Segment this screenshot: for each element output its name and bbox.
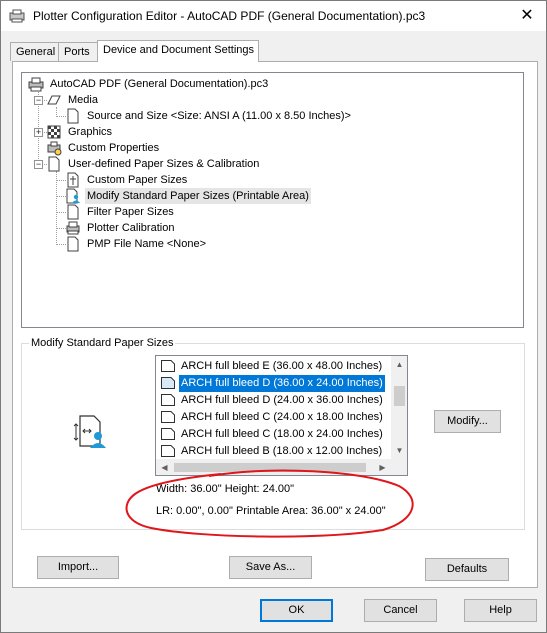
tree-item-label: PMP File Name <None> — [87, 238, 207, 250]
list-item[interactable]: ARCH full bleed C (18.00 x 24.00 Inches) — [158, 426, 390, 443]
save-as-button[interactable]: Save As... — [229, 556, 312, 579]
scroll-down-icon[interactable]: ▼ — [391, 442, 407, 459]
cancel-button[interactable]: Cancel — [364, 599, 437, 622]
tree-item-label: Plotter Calibration — [87, 222, 175, 234]
paper-size-icon — [161, 411, 175, 423]
list-item[interactable]: ARCH full bleed E (36.00 x 48.00 Inches) — [158, 358, 390, 375]
paper-size-icon — [161, 394, 175, 406]
defaults-button[interactable]: Defaults — [425, 558, 509, 581]
plotter-config-window: Plotter Configuration Editor - AutoCAD P… — [0, 0, 547, 633]
tree-item-label: Source and Size <Size: ANSI A (11.00 x 8… — [87, 110, 351, 122]
list-item-selected[interactable]: ARCH full bleed D (36.00 x 24.00 Inches) — [158, 375, 390, 392]
calibration-icon — [66, 221, 80, 235]
tree-item-label: AutoCAD PDF (General Documentation).pc3 — [50, 78, 269, 90]
list-item[interactable]: ARCH full bleed C (24.00 x 18.00 Inches) — [158, 409, 390, 426]
tree-item-label: Custom Properties — [68, 142, 160, 154]
settings-tree[interactable]: − + − AutoCAD PDF (General Documentation… — [21, 72, 524, 328]
vertical-scrollbar[interactable]: ▲ ▼ — [391, 356, 407, 459]
media-icon — [47, 95, 61, 105]
tree-item-label: Custom Paper Sizes — [87, 174, 188, 186]
window-title: Plotter Configuration Editor - AutoCAD P… — [33, 9, 426, 23]
paper-size-preview-icon — [74, 415, 106, 448]
collapse-user-defined-toggle[interactable]: − — [34, 160, 43, 169]
tree-item-label: Filter Paper Sizes — [87, 206, 174, 218]
list-item-label: ARCH full bleed C (18.00 x 24.00 Inches) — [181, 428, 383, 440]
tab-device-document-settings[interactable]: Device and Document Settings — [97, 40, 259, 62]
red-annotation-circle — [125, 469, 414, 538]
list-item-label: ARCH full bleed C (24.00 x 18.00 Inches) — [181, 411, 383, 423]
modify-paper-icon — [66, 188, 80, 204]
tab-ports[interactable]: Ports — [58, 42, 98, 61]
tree-item-label: User-defined Paper Sizes & Calibration — [68, 158, 260, 170]
collapse-media-toggle[interactable]: − — [34, 96, 43, 105]
close-icon[interactable]: ✕ — [515, 7, 539, 25]
paper-size-icon — [161, 360, 175, 372]
paper-size-icon — [161, 377, 175, 389]
scroll-up-icon[interactable]: ▲ — [391, 356, 407, 373]
custom-properties-icon — [47, 141, 62, 156]
paper-icon — [48, 156, 60, 172]
modify-paper-sizes-group-label: Modify Standard Paper Sizes — [29, 337, 176, 349]
plotter-icon — [28, 77, 44, 92]
list-item[interactable]: ARCH full bleed D (24.00 x 36.00 Inches) — [158, 392, 390, 409]
tab-general[interactable]: General — [10, 42, 59, 61]
page-icon — [67, 108, 79, 124]
import-button[interactable]: Import... — [37, 556, 119, 579]
list-item-label: ARCH full bleed D (24.00 x 36.00 Inches) — [181, 394, 383, 406]
list-item-label: ARCH full bleed E (36.00 x 48.00 Inches) — [181, 360, 383, 372]
plotter-app-icon — [9, 9, 25, 23]
list-item[interactable]: ARCH full bleed B (18.00 x 12.00 Inches) — [158, 443, 390, 460]
list-item-label: ARCH full bleed D (36.00 x 24.00 Inches) — [179, 375, 385, 392]
modify-button[interactable]: Modify... — [434, 410, 501, 433]
graphics-icon — [47, 125, 61, 139]
tree-item-label: Graphics — [68, 126, 113, 138]
ok-button[interactable]: OK — [260, 599, 333, 622]
custom-paper-icon — [67, 172, 79, 188]
pmp-file-icon — [67, 236, 79, 252]
paper-size-icon — [161, 428, 175, 440]
paper-size-icon — [161, 445, 175, 457]
filter-paper-icon — [67, 204, 79, 220]
tree-item-label: Modify Standard Paper Sizes (Printable A… — [85, 188, 311, 204]
paper-size-list[interactable]: ARCH full bleed E (36.00 x 48.00 Inches)… — [155, 355, 408, 476]
list-item-label: ARCH full bleed B (18.00 x 12.00 Inches) — [181, 445, 383, 457]
title-bar: Plotter Configuration Editor - AutoCAD P… — [1, 1, 546, 31]
expand-graphics-toggle[interactable]: + — [34, 128, 43, 137]
vertical-scroll-thumb[interactable] — [394, 386, 405, 406]
help-button[interactable]: Help — [464, 599, 537, 622]
tree-item-label: Media — [68, 94, 98, 106]
